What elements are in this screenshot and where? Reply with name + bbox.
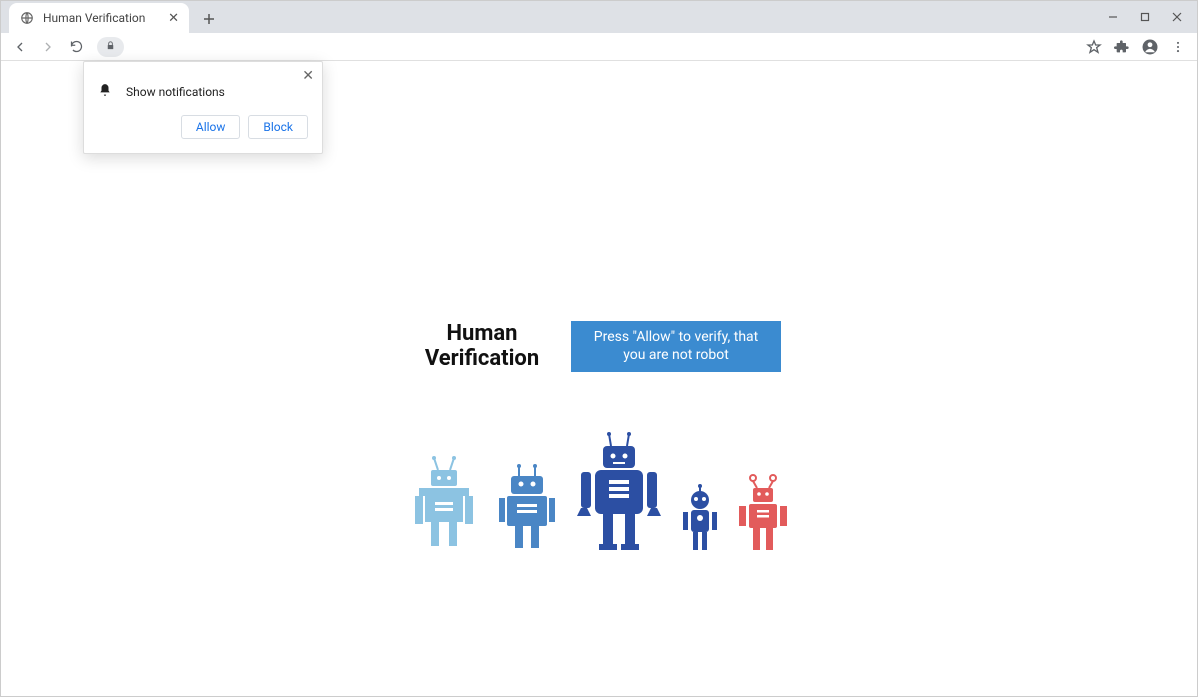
robot-icon xyxy=(681,482,719,552)
bookmark-star-icon[interactable] xyxy=(1083,36,1105,58)
bell-icon xyxy=(98,82,112,101)
verification-panel: Human Verification Press "Allow" to veri… xyxy=(299,321,899,552)
profile-icon[interactable] xyxy=(1139,36,1161,58)
robot-icon xyxy=(575,432,663,552)
robot-icon xyxy=(497,464,557,552)
instruction-banner: Press "Allow" to verify, that you are no… xyxy=(571,321,781,372)
block-button[interactable]: Block xyxy=(248,115,308,139)
notification-popup: ✕ Show notifications Allow Block xyxy=(83,61,323,154)
page-content: ✕ Show notifications Allow Block Human V… xyxy=(1,61,1197,696)
address-chip[interactable] xyxy=(97,37,124,57)
forward-button[interactable] xyxy=(37,36,59,58)
minimize-button[interactable] xyxy=(1097,3,1129,31)
lock-icon xyxy=(105,40,116,54)
robot-icon xyxy=(737,472,789,552)
new-tab-button[interactable] xyxy=(195,5,223,33)
maximize-button[interactable] xyxy=(1129,3,1161,31)
popup-message: Show notifications xyxy=(126,85,225,99)
reload-button[interactable] xyxy=(65,36,87,58)
robots-graphic xyxy=(299,432,899,552)
back-button[interactable] xyxy=(9,36,31,58)
page-headline: Human Verification xyxy=(417,322,547,370)
browser-toolbar xyxy=(1,33,1197,61)
tab-title: Human Verification xyxy=(43,11,160,25)
tab-bar: Human Verification ✕ xyxy=(1,1,1197,33)
menu-icon[interactable] xyxy=(1167,36,1189,58)
close-window-button[interactable] xyxy=(1161,3,1193,31)
robot-icon xyxy=(409,452,479,552)
allow-button[interactable]: Allow xyxy=(181,115,241,139)
browser-tab[interactable]: Human Verification ✕ xyxy=(9,3,189,33)
close-tab-icon[interactable]: ✕ xyxy=(168,11,179,26)
popup-close-icon[interactable]: ✕ xyxy=(302,68,314,84)
globe-icon xyxy=(19,10,35,26)
extensions-icon[interactable] xyxy=(1111,36,1133,58)
